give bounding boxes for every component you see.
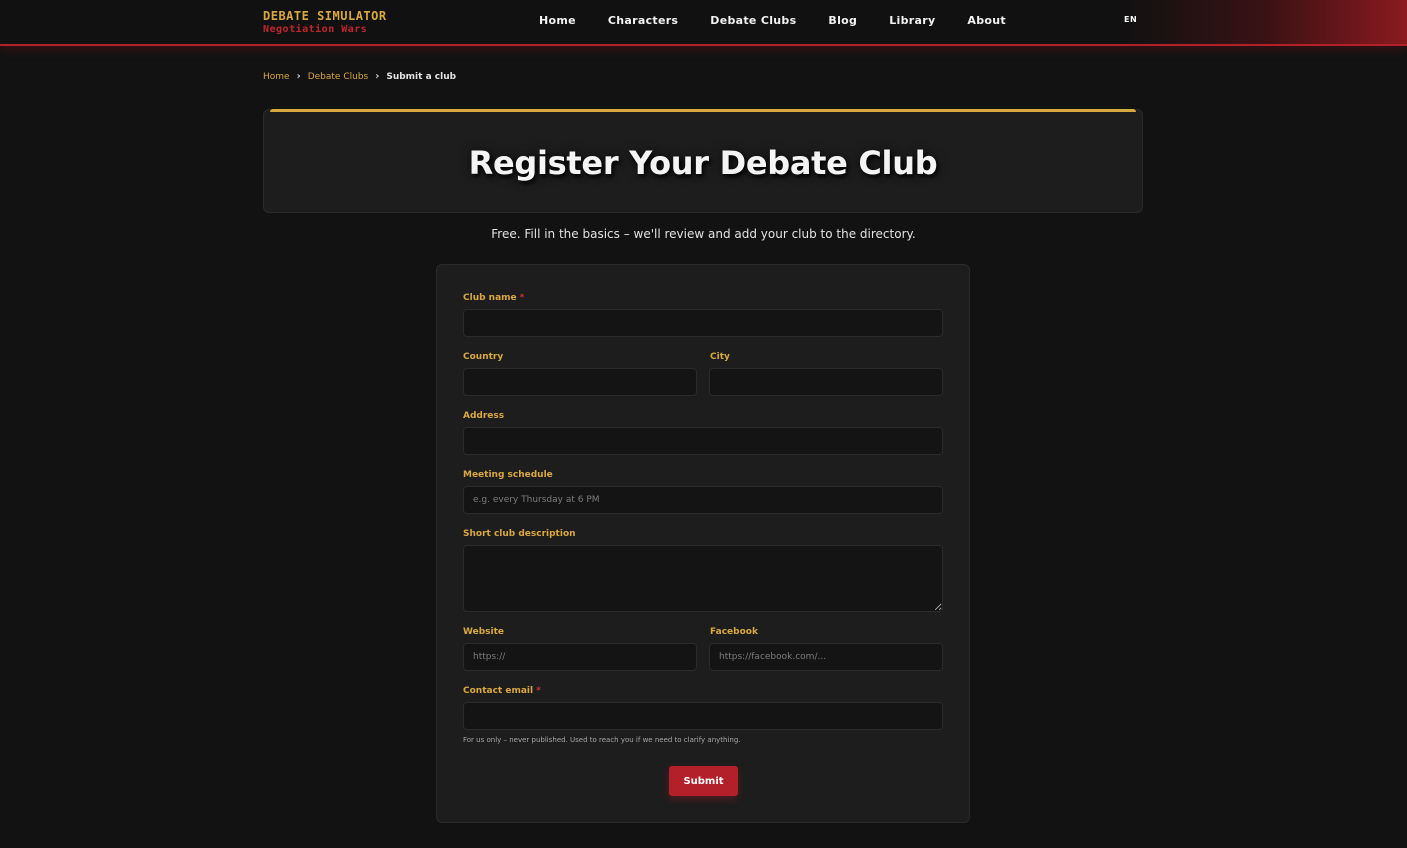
language-switcher[interactable]: EN [1124, 15, 1137, 24]
main-nav: Home Characters Debate Clubs Blog Librar… [539, 14, 1038, 28]
breadcrumb-debate-clubs[interactable]: Debate Clubs [308, 72, 369, 82]
email-label: Contact email * [463, 686, 541, 696]
nav-about[interactable]: About [967, 14, 1006, 28]
nav-debate-clubs[interactable]: Debate Clubs [710, 14, 796, 28]
nav-characters[interactable]: Characters [608, 14, 678, 28]
nav-blog[interactable]: Blog [828, 14, 857, 28]
schedule-label: Meeting schedule [463, 470, 553, 480]
submit-button[interactable]: Submit [669, 766, 738, 796]
page-title: Register Your Debate Club [468, 144, 938, 182]
email-input[interactable] [463, 702, 943, 730]
brand-title: DEBATE SIMULATOR [263, 9, 387, 23]
description-label: Short club description [463, 529, 576, 539]
description-textarea[interactable] [463, 545, 943, 612]
address-input[interactable] [463, 427, 943, 455]
city-input[interactable] [709, 368, 943, 396]
email-help-text: For us only – never published. Used to r… [463, 736, 741, 744]
required-marker: * [519, 293, 525, 303]
chevron-right-icon: › [375, 71, 380, 82]
city-label: City [710, 352, 730, 362]
nav-home[interactable]: Home [539, 14, 576, 28]
club-registration-form: Club name * Country City Address Meeting … [436, 264, 970, 823]
chevron-right-icon: › [296, 71, 301, 82]
website-label: Website [463, 627, 505, 637]
breadcrumb-home[interactable]: Home [263, 72, 290, 82]
nav-library[interactable]: Library [889, 14, 935, 28]
site-header: DEBATE SIMULATOR Negotiation Wars Home C… [0, 0, 1407, 46]
page-hero: Register Your Debate Club [263, 109, 1143, 213]
facebook-input[interactable] [709, 643, 943, 671]
club-name-label: Club name * [463, 293, 525, 303]
schedule-input[interactable] [463, 486, 943, 514]
brand-subtitle: Negotiation Wars [263, 24, 368, 35]
facebook-label: Facebook [710, 627, 758, 637]
country-input[interactable] [463, 368, 697, 396]
club-name-input[interactable] [463, 309, 943, 337]
website-input[interactable] [463, 643, 697, 671]
country-label: Country [463, 352, 504, 362]
breadcrumb-current: Submit a club [386, 71, 457, 82]
intro-text: Free. Fill in the basics – we'll review … [491, 227, 916, 241]
breadcrumb: Home › Debate Clubs › Submit a club [263, 71, 456, 82]
brand-logo[interactable]: DEBATE SIMULATOR Negotiation Wars [263, 9, 387, 37]
required-marker: * [536, 686, 541, 696]
address-label: Address [463, 411, 505, 421]
